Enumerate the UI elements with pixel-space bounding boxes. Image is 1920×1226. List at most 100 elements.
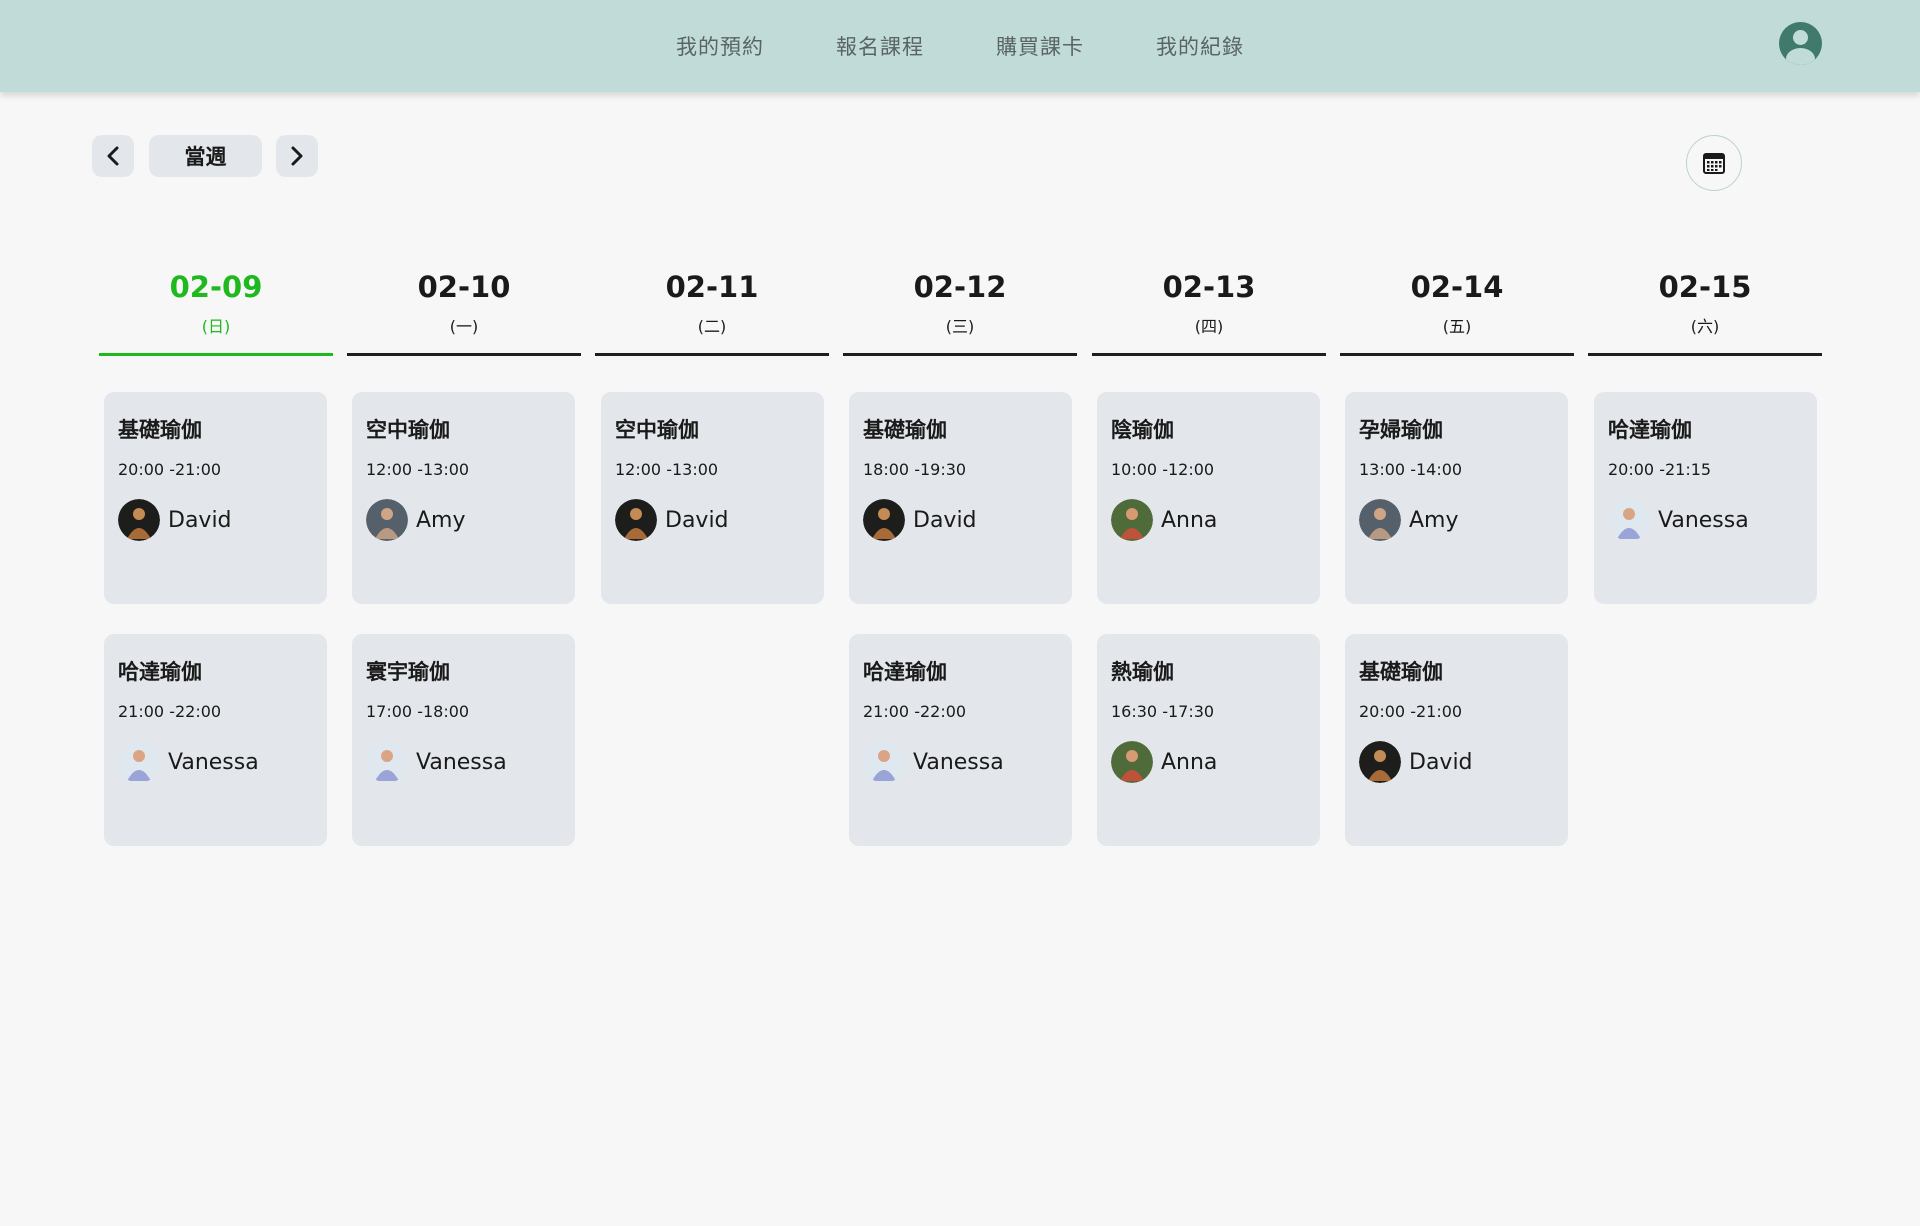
class-teacher: David (1359, 741, 1473, 783)
class-time: 10:00 -12:00 (1111, 460, 1215, 479)
class-card[interactable]: 孕婦瑜伽 13:00 -14:00 Amy (1345, 392, 1568, 604)
teacher-name: Vanessa (416, 749, 507, 775)
class-title: 哈達瑜伽 (863, 660, 947, 684)
teacher-avatar (863, 499, 905, 541)
day-tab[interactable]: 02-11 (二) (595, 262, 829, 342)
class-card[interactable]: 空中瑜伽 12:00 -13:00 David (601, 392, 824, 604)
class-time: 20:00 -21:00 (1359, 702, 1463, 721)
class-card[interactable]: 哈達瑜伽 21:00 -22:00 Vanessa (104, 634, 327, 846)
class-card[interactable]: 基礎瑜伽 20:00 -21:00 David (1345, 634, 1568, 846)
class-card[interactable]: 基礎瑜伽 18:00 -19:30 David (849, 392, 1072, 604)
current-week-button[interactable]: 當週 (149, 135, 262, 177)
chevron-right-icon (291, 146, 303, 166)
day-date: 02-09 (169, 270, 263, 304)
chevron-left-icon (107, 146, 119, 166)
class-title: 熱瑜伽 (1111, 660, 1174, 684)
class-time: 20:00 -21:00 (118, 460, 222, 479)
class-card[interactable]: 陰瑜伽 10:00 -12:00 Anna (1097, 392, 1320, 604)
day-tab[interactable]: 02-10 (一) (347, 262, 581, 342)
day-tab[interactable]: 02-09 (日) (99, 262, 333, 342)
teacher-name: Vanessa (913, 749, 1004, 775)
class-card[interactable]: 寰宇瑜伽 17:00 -18:00 Vanessa (352, 634, 575, 846)
class-time: 13:00 -14:00 (1359, 460, 1463, 479)
class-teacher: Vanessa (1608, 499, 1749, 541)
nav-my-reservations[interactable]: 我的預約 (676, 31, 764, 61)
teacher-avatar (366, 741, 408, 783)
class-title: 空中瑜伽 (615, 418, 699, 442)
class-title: 哈達瑜伽 (118, 660, 202, 684)
teacher-name: Amy (1409, 507, 1459, 533)
day-weekday: (四) (1194, 317, 1224, 336)
class-card[interactable]: 哈達瑜伽 20:00 -21:15 Vanessa (1594, 392, 1817, 604)
class-teacher: Vanessa (118, 741, 259, 783)
day-tab[interactable]: 02-15 (六) (1588, 262, 1822, 342)
class-card[interactable]: 熱瑜伽 16:30 -17:30 Anna (1097, 634, 1320, 846)
teacher-name: Anna (1161, 749, 1218, 775)
class-time: 20:00 -21:15 (1608, 460, 1712, 479)
teacher-name: David (1409, 749, 1473, 775)
day-date: 02-13 (1162, 270, 1256, 304)
day-weekday: (日) (201, 317, 231, 336)
day-weekday: (五) (1442, 317, 1472, 336)
class-teacher: David (863, 499, 977, 541)
next-week-button[interactable] (276, 135, 318, 177)
class-teacher: David (615, 499, 729, 541)
user-avatar-icon[interactable] (1779, 22, 1822, 65)
teacher-avatar (118, 499, 160, 541)
day-weekday: (一) (449, 317, 479, 336)
teacher-name: Anna (1161, 507, 1218, 533)
class-card[interactable]: 哈達瑜伽 21:00 -22:00 Vanessa (849, 634, 1072, 846)
avatar-head (1793, 30, 1808, 45)
class-card[interactable]: 空中瑜伽 12:00 -13:00 Amy (352, 392, 575, 604)
avatar-body (1786, 48, 1815, 65)
teacher-avatar (1111, 499, 1153, 541)
day-weekday: (六) (1690, 317, 1720, 336)
day-date: 02-10 (417, 270, 511, 304)
teacher-avatar (1608, 499, 1650, 541)
nav-my-records[interactable]: 我的紀錄 (1156, 31, 1244, 61)
calendar-icon (1703, 153, 1725, 174)
class-time: 12:00 -13:00 (615, 460, 719, 479)
teacher-avatar (118, 741, 160, 783)
class-time: 16:30 -17:30 (1111, 702, 1215, 721)
class-time: 17:00 -18:00 (366, 702, 470, 721)
class-title: 基礎瑜伽 (863, 418, 947, 442)
day-underline (347, 353, 581, 356)
class-title: 陰瑜伽 (1111, 418, 1174, 442)
day-date: 02-14 (1410, 270, 1504, 304)
class-title: 空中瑜伽 (366, 418, 450, 442)
day-underline (595, 353, 829, 356)
teacher-avatar (1359, 741, 1401, 783)
class-title: 孕婦瑜伽 (1359, 418, 1443, 442)
teacher-avatar (863, 741, 905, 783)
teacher-name: David (913, 507, 977, 533)
calendar-button[interactable] (1686, 135, 1742, 191)
nav-buy-class-card[interactable]: 購買課卡 (996, 31, 1084, 61)
day-underline (843, 353, 1077, 356)
teacher-avatar (366, 499, 408, 541)
class-teacher: David (118, 499, 232, 541)
day-tab[interactable]: 02-12 (三) (843, 262, 1077, 342)
teacher-avatar (615, 499, 657, 541)
prev-week-button[interactable] (92, 135, 134, 177)
class-title: 哈達瑜伽 (1608, 418, 1692, 442)
day-weekday: (三) (945, 317, 975, 336)
top-navbar: 我的預約 報名課程 購買課卡 我的紀錄 (0, 0, 1920, 92)
day-tab[interactable]: 02-13 (四) (1092, 262, 1326, 342)
nav-enroll-courses[interactable]: 報名課程 (836, 31, 924, 61)
class-teacher: Amy (1359, 499, 1459, 541)
class-teacher: Vanessa (366, 741, 507, 783)
teacher-name: Amy (416, 507, 466, 533)
main-nav: 我的預約 報名課程 購買課卡 我的紀錄 (0, 0, 1920, 92)
class-card[interactable]: 基礎瑜伽 20:00 -21:00 David (104, 392, 327, 604)
teacher-name: Vanessa (168, 749, 259, 775)
day-underline (1092, 353, 1326, 356)
class-time: 21:00 -22:00 (863, 702, 967, 721)
day-underline (99, 353, 333, 356)
day-tab[interactable]: 02-14 (五) (1340, 262, 1574, 342)
class-teacher: Anna (1111, 741, 1217, 783)
teacher-name: David (665, 507, 729, 533)
class-title: 寰宇瑜伽 (366, 660, 450, 684)
day-date: 02-15 (1658, 270, 1752, 304)
class-teacher: Amy (366, 499, 466, 541)
